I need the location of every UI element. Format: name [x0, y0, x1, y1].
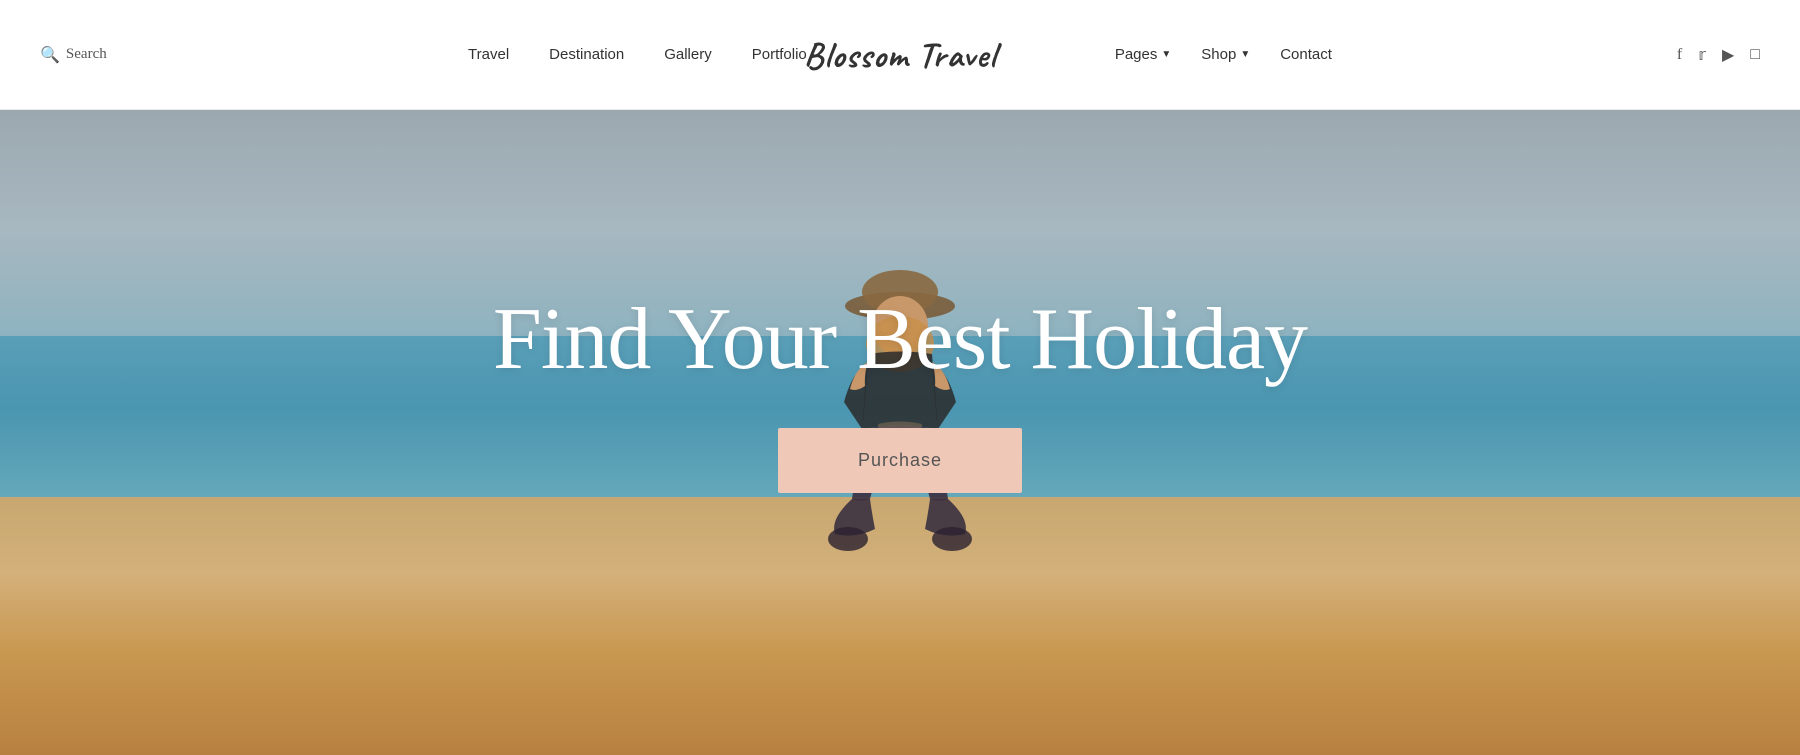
social-icons-group: f 𝕣 ▶ □ [1640, 45, 1760, 65]
hero-title: Find Your Best Holiday [493, 292, 1307, 389]
hero-content: Find Your Best Holiday Purchase [493, 292, 1307, 494]
pages-chevron-icon: ▼ [1161, 49, 1171, 60]
site-header: 🔍 Search Travel Destination Gallery Port… [0, 0, 1800, 110]
search-label[interactable]: Search [66, 46, 107, 63]
site-logo[interactable]: Blossom Travel [804, 32, 997, 78]
nav-pages-label: Pages [1115, 46, 1158, 63]
twitter-icon[interactable]: 𝕣 [1698, 45, 1706, 65]
youtube-icon[interactable]: ▶ [1722, 45, 1734, 65]
nav-gallery[interactable]: Gallery [664, 46, 712, 63]
facebook-icon[interactable]: f [1677, 46, 1682, 64]
main-nav-left: Travel Destination Gallery Portfolio [468, 46, 807, 63]
nav-shop-dropdown[interactable]: Shop ▼ [1201, 46, 1250, 63]
hero-section: Find Your Best Holiday Purchase [0, 110, 1800, 755]
shop-chevron-icon: ▼ [1240, 49, 1250, 60]
nav-portfolio[interactable]: Portfolio [752, 46, 807, 63]
nav-destination[interactable]: Destination [549, 46, 624, 63]
search-area[interactable]: 🔍 Search [40, 45, 160, 65]
nav-shop-label: Shop [1201, 46, 1236, 63]
nav-travel[interactable]: Travel [468, 46, 509, 63]
nav-pages-dropdown[interactable]: Pages ▼ [1115, 46, 1171, 63]
purchase-button[interactable]: Purchase [778, 428, 1022, 493]
instagram-icon[interactable]: □ [1750, 46, 1760, 64]
nav-contact[interactable]: Contact [1280, 46, 1332, 63]
search-icon: 🔍 [40, 45, 60, 65]
main-nav-right: Pages ▼ Shop ▼ Contact [1115, 46, 1332, 63]
